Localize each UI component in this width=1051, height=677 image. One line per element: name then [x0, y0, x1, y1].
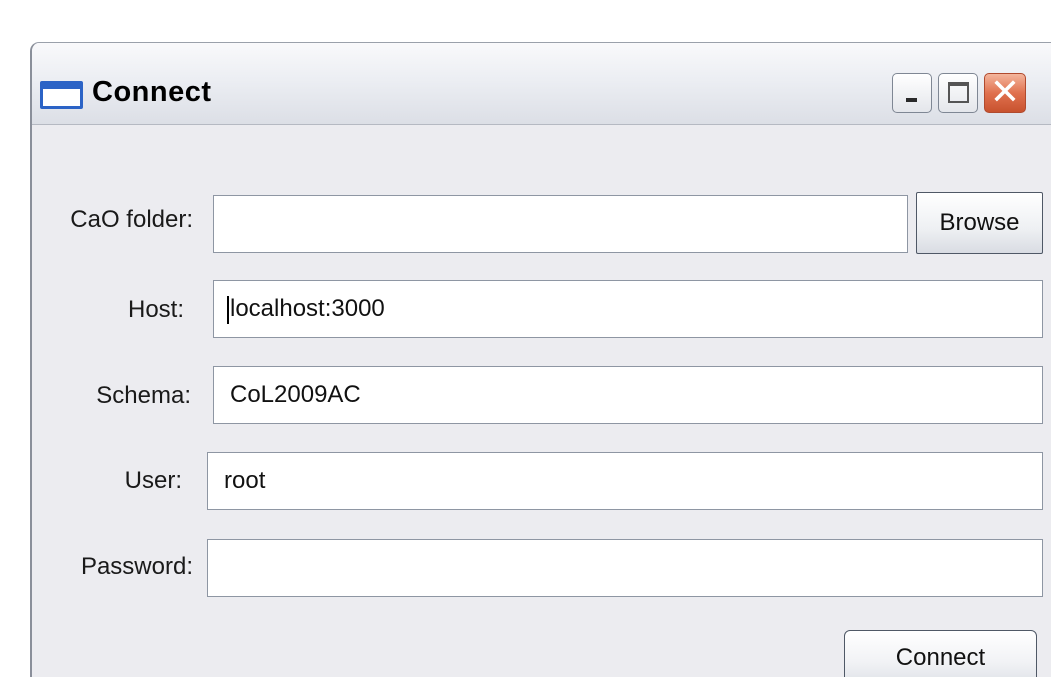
password-label: Password: [80, 553, 193, 580]
minimize-button[interactable] [892, 73, 932, 113]
minimize-icon [906, 98, 917, 102]
user-value: root [224, 467, 266, 494]
title-bar[interactable]: Connect ✕ [32, 43, 1051, 125]
schema-input[interactable]: CoL2009AC [213, 366, 1043, 424]
close-icon: ✕ [989, 72, 1021, 113]
schema-value: CoL2009AC [230, 381, 361, 408]
cao-folder-label: CaO folder: [70, 206, 193, 233]
password-input[interactable] [207, 539, 1043, 597]
cao-folder-input[interactable] [213, 195, 908, 253]
connect-dialog: Connect ✕ CaO folder: Browse Host: local… [30, 42, 1051, 677]
text-caret [227, 295, 229, 324]
maximize-button[interactable] [938, 73, 978, 113]
close-button[interactable]: ✕ [984, 73, 1026, 113]
dialog-content: CaO folder: Browse Host: localhost:3000 … [32, 125, 1051, 677]
host-value: localhost:3000 [230, 295, 385, 322]
host-label: Host: [127, 296, 184, 323]
browse-button[interactable]: Browse [916, 192, 1043, 254]
window-title: Connect [92, 76, 212, 108]
schema-label: Schema: [96, 382, 191, 409]
window-icon [40, 81, 83, 109]
host-input[interactable]: localhost:3000 [213, 280, 1043, 338]
user-label: User: [124, 467, 182, 494]
connect-button[interactable]: Connect [844, 630, 1037, 677]
maximize-icon [948, 82, 969, 103]
user-input[interactable]: root [207, 452, 1043, 510]
